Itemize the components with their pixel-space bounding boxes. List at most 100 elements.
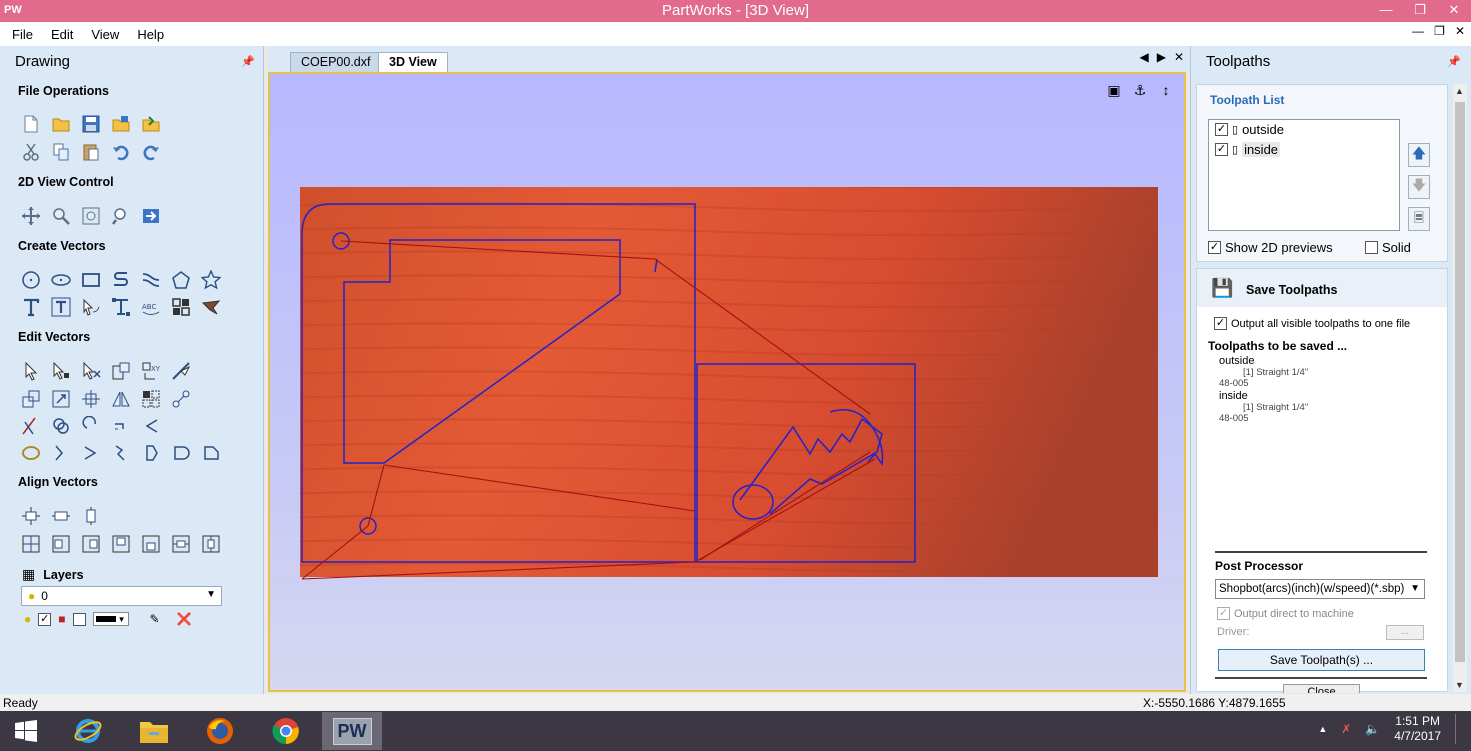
toolpath-checkbox-inside[interactable]: ✓ <box>1215 143 1228 156</box>
copy-icon[interactable] <box>48 140 74 164</box>
align-h-center-box-icon[interactable] <box>168 532 194 556</box>
align-vertical-center-icon[interactable] <box>78 504 104 528</box>
save-toolpaths-button[interactable]: Save Toolpath(s) ... <box>1218 649 1425 671</box>
arc-icon[interactable] <box>138 414 164 438</box>
output-all-checkbox[interactable]: ✓ <box>1214 317 1227 330</box>
resize-icon[interactable] <box>48 387 74 411</box>
pan-icon[interactable] <box>18 204 44 228</box>
chrome-icon[interactable] <box>256 712 316 750</box>
tab-3d-view[interactable]: 3D View <box>378 52 448 72</box>
move-down-icon[interactable]: 🡇 <box>1408 175 1430 199</box>
toolpath-item-outside[interactable]: ✓ ▯ outside <box>1215 122 1284 137</box>
align-left-icon[interactable] <box>48 532 74 556</box>
align-center-icon[interactable] <box>78 387 104 411</box>
corner-nodes-icon[interactable] <box>198 441 224 465</box>
firefox-icon[interactable] <box>190 712 250 750</box>
nesting-icon[interactable] <box>168 387 194 411</box>
new-file-icon[interactable] <box>18 112 44 136</box>
toolpath-item-inside[interactable]: ✓ ▯ inside <box>1215 142 1281 157</box>
align-bottom-icon[interactable] <box>138 532 164 556</box>
polygon-icon[interactable] <box>168 268 194 292</box>
layer-dropdown[interactable]: ● 0 ▼ <box>21 586 222 606</box>
layer-color-picker[interactable]: ▼ <box>92 612 129 626</box>
tab-prev-icon[interactable]: ◀ <box>1139 50 1148 64</box>
text-box-icon[interactable] <box>48 295 74 319</box>
output-direct-checkbox[interactable]: ✓ <box>1217 607 1230 620</box>
paste-icon[interactable] <box>78 140 104 164</box>
solid-checkbox[interactable] <box>1365 241 1378 254</box>
driver-browse-button[interactable]: ... <box>1386 625 1424 640</box>
align-v-center-box-icon[interactable] <box>198 532 224 556</box>
scroll-up-icon[interactable]: ▲ <box>1455 86 1464 96</box>
show-2d-previews-checkbox[interactable]: ✓ <box>1208 241 1221 254</box>
pin-icon[interactable]: 📌 <box>241 55 255 68</box>
cut-icon[interactable] <box>18 140 44 164</box>
save-as-icon[interactable] <box>108 112 134 136</box>
post-processor-dropdown[interactable]: Shopbot(arcs)(inch)(w/speed)(*.sbp) ▼ <box>1215 579 1425 599</box>
align-top-icon[interactable] <box>108 532 134 556</box>
bitmap-trace-icon[interactable] <box>198 295 224 319</box>
join-open-vectors-icon[interactable] <box>48 441 74 465</box>
text-icon[interactable] <box>18 295 44 319</box>
interactive-select-icon[interactable] <box>78 359 104 383</box>
measure-icon[interactable] <box>168 359 194 383</box>
tray-chevron-up-icon[interactable]: ▲ <box>1318 724 1327 734</box>
network-icon[interactable]: ✗ <box>1341 722 1351 736</box>
output-all-option[interactable]: ✓ Output all visible toolpaths to one fi… <box>1214 317 1410 330</box>
table-layout-icon[interactable] <box>168 295 194 319</box>
scroll-down-icon[interactable]: ▼ <box>1455 680 1464 690</box>
volume-icon[interactable]: 🔈 <box>1365 722 1380 736</box>
menu-view[interactable]: View <box>85 27 125 42</box>
output-direct-option[interactable]: ✓ Output direct to machine <box>1217 607 1354 620</box>
text-on-curve-icon[interactable] <box>78 295 104 319</box>
align-horizontal-center-icon[interactable] <box>48 504 74 528</box>
array-copy-icon[interactable] <box>138 387 164 411</box>
undo-icon[interactable] <box>108 140 134 164</box>
ellipse-icon[interactable] <box>48 268 74 292</box>
toolpath-checkbox-outside[interactable]: ✓ <box>1215 123 1228 136</box>
partworks-icon[interactable]: PW <box>322 712 382 750</box>
solid-option[interactable]: Solid <box>1365 240 1411 255</box>
align-centers-icon[interactable] <box>18 532 44 556</box>
curve-fit-icon[interactable] <box>108 441 134 465</box>
restore-icon[interactable]: ❐ <box>1403 0 1437 22</box>
notification-icon[interactable] <box>1455 714 1465 744</box>
node-edit-icon[interactable] <box>48 359 74 383</box>
file-explorer-icon[interactable] <box>124 712 184 750</box>
toolpaths-pin-icon[interactable]: 📌 <box>1447 55 1461 68</box>
polyline-icon[interactable] <box>108 268 134 292</box>
layer-properties-icon[interactable]: ✎ <box>150 612 160 626</box>
menu-edit[interactable]: Edit <box>45 27 79 42</box>
subtract-icon[interactable] <box>78 414 104 438</box>
zoom-out-icon[interactable] <box>108 204 134 228</box>
arc-text-icon[interactable]: ABC <box>138 295 164 319</box>
zoom-box-icon[interactable] <box>48 204 74 228</box>
close-vectors-icon[interactable] <box>78 441 104 465</box>
trim-icon[interactable] <box>18 414 44 438</box>
align-center-page-icon[interactable] <box>18 504 44 528</box>
rectangle-icon[interactable] <box>78 268 104 292</box>
minimize-icon[interactable]: — <box>1369 0 1403 22</box>
bezier-icon[interactable] <box>138 441 164 465</box>
windows-start-icon[interactable] <box>0 712 52 750</box>
import-icon[interactable] <box>138 112 164 136</box>
zoom-selection-icon[interactable] <box>138 204 164 228</box>
mdi-close-icon[interactable]: ✕ <box>1455 24 1465 38</box>
transform-icon[interactable] <box>108 359 134 383</box>
move-icon[interactable]: XY <box>138 359 164 383</box>
mdi-restore-icon[interactable]: ❐ <box>1434 24 1445 38</box>
scroll-thumb[interactable] <box>1455 102 1465 662</box>
toolpaths-scrollbar[interactable]: ▲ ▼ <box>1453 84 1467 692</box>
circle-icon[interactable] <box>18 268 44 292</box>
tab-next-icon[interactable]: ▶ <box>1157 50 1166 64</box>
auto-layout-text-icon[interactable] <box>108 295 134 319</box>
layer-lock-checkbox[interactable] <box>72 612 86 626</box>
move-up-icon[interactable]: 🡅 <box>1408 143 1430 167</box>
weld-icon[interactable] <box>48 414 74 438</box>
smooth-nodes-icon[interactable] <box>168 441 194 465</box>
star-icon[interactable] <box>198 268 224 292</box>
open-file-icon[interactable] <box>48 112 74 136</box>
fillet-icon[interactable] <box>108 414 134 438</box>
save-file-icon[interactable] <box>78 112 104 136</box>
tab-close-icon[interactable]: ✕ <box>1174 50 1184 64</box>
